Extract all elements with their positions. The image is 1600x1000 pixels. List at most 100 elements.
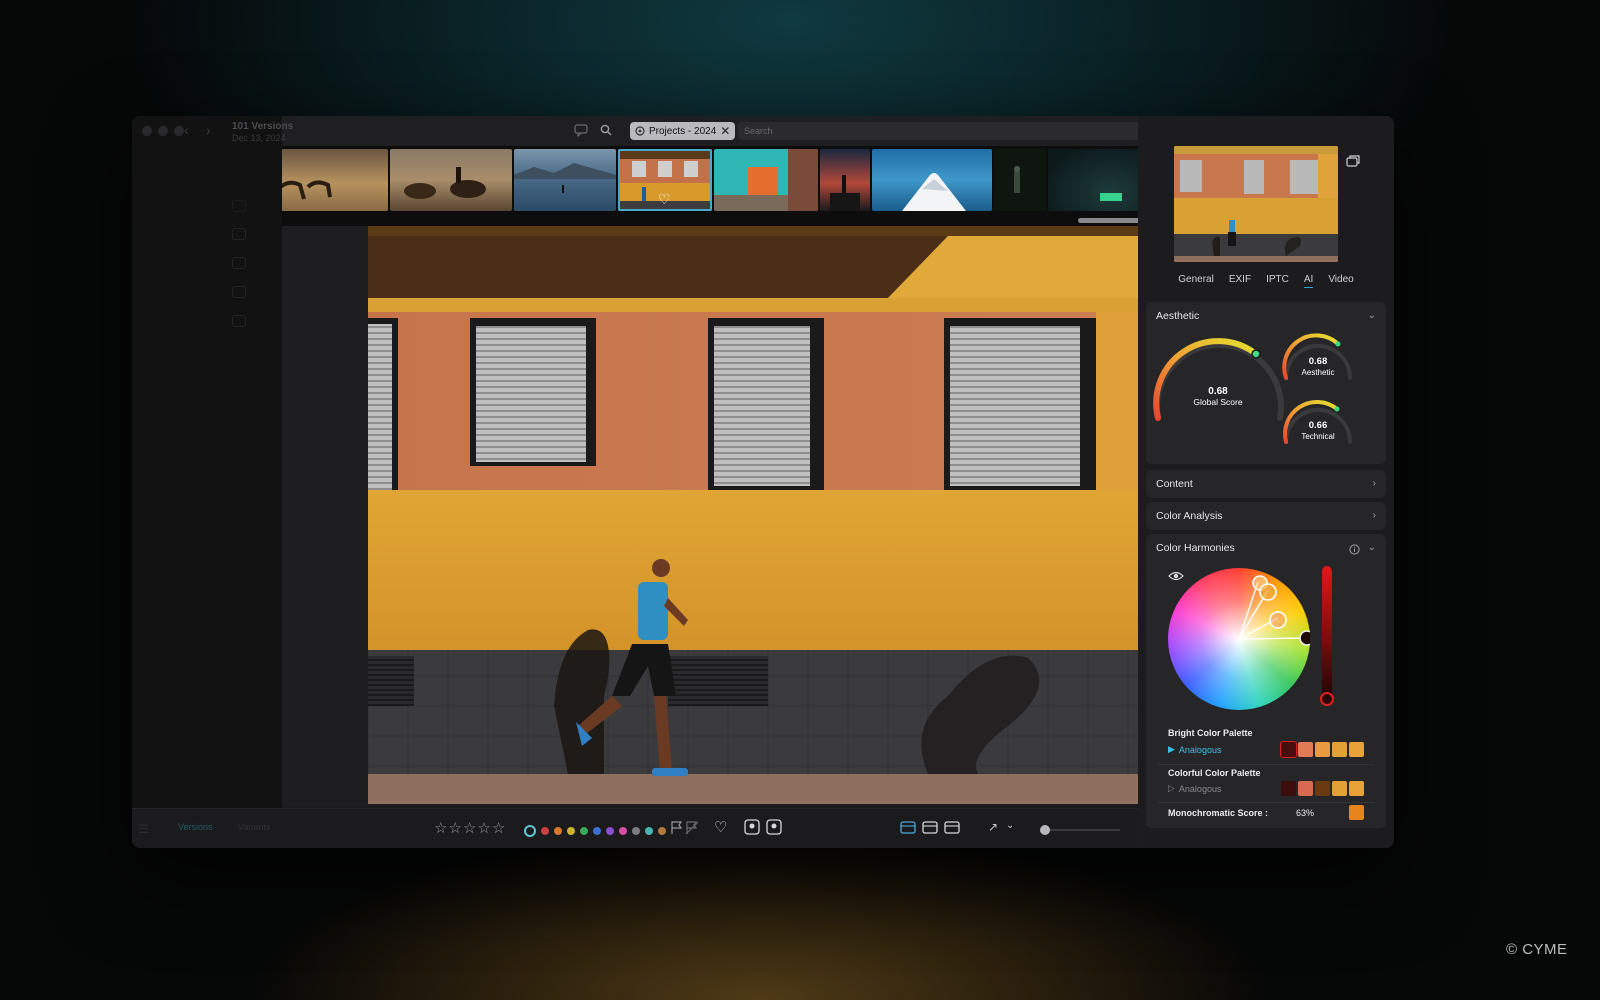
color-wheel[interactable] <box>1168 568 1310 710</box>
palette-swatch[interactable] <box>1332 781 1347 796</box>
color-handle[interactable] <box>1259 583 1277 601</box>
brightness-slider[interactable] <box>1320 566 1334 706</box>
chevron-down-icon[interactable]: ⌄ <box>1368 542 1376 553</box>
color-label-dot[interactable] <box>593 827 601 835</box>
list-icon[interactable]: ☰ <box>138 822 149 836</box>
version-date: Dec 13, 2024 <box>232 133 286 143</box>
layout-icons[interactable] <box>900 819 964 840</box>
search-icon[interactable] <box>600 124 612 138</box>
thumbnail[interactable] <box>714 149 818 211</box>
gauge-knob <box>1251 349 1261 359</box>
star-icon[interactable]: ☆ <box>463 819 476 837</box>
forward-icon[interactable]: › <box>206 122 211 138</box>
thumbnail-selected[interactable]: ♡ <box>618 149 712 211</box>
star-icon[interactable]: ☆ <box>492 819 505 837</box>
palette-swatch[interactable] <box>1315 781 1330 796</box>
chevron-down-icon[interactable]: ⌄ <box>1368 310 1376 321</box>
color-label-dot[interactable] <box>567 827 575 835</box>
flag-icon[interactable] <box>670 821 700 840</box>
favorite-icon[interactable]: ♡ <box>714 818 727 836</box>
palette-swatch[interactable] <box>1315 742 1330 757</box>
comment-icon[interactable] <box>574 123 588 139</box>
thumbnail[interactable] <box>390 149 512 211</box>
sidebar-icon[interactable] <box>232 228 246 240</box>
tab-video[interactable]: Video <box>1328 274 1353 288</box>
main-photo[interactable] <box>368 226 1196 804</box>
color-label-dot[interactable] <box>658 827 666 835</box>
thumbnail[interactable] <box>282 149 388 211</box>
aesthetic-score-value: 0.68 <box>1309 356 1328 367</box>
colorful-palette-mode-label: Analogous <box>1178 783 1222 794</box>
color-label-dot[interactable] <box>554 827 562 835</box>
face-detect-icon[interactable] <box>744 819 784 840</box>
sidebar-icon[interactable] <box>232 286 246 298</box>
color-analysis-card[interactable]: Color Analysis › <box>1146 502 1386 530</box>
star-rating[interactable]: ☆ ☆ ☆ ☆ ☆ <box>434 819 505 837</box>
sidebar-icon[interactable] <box>232 315 246 327</box>
color-label-dot[interactable] <box>541 827 549 835</box>
thumbnail[interactable] <box>820 149 870 211</box>
score-gauges: 0.68 Global Score 0.68 Aesthetic 0.66 Te… <box>1153 333 1352 444</box>
favorite-heart-icon[interactable]: ♡ <box>658 191 671 208</box>
inspector-preview <box>1174 146 1338 262</box>
variants-tab[interactable]: Variants <box>238 822 270 832</box>
palette-swatch[interactable] <box>1280 741 1297 758</box>
palette-swatch[interactable] <box>1332 742 1347 757</box>
palette-swatch[interactable] <box>1349 781 1364 796</box>
colorful-palette-mode[interactable]: ▷ Analogous <box>1168 783 1221 794</box>
zoom-slider-knob[interactable] <box>1040 825 1050 835</box>
project-filter-chip[interactable]: Projects - 2024 ✕ <box>630 122 736 140</box>
palette-swatch[interactable] <box>1298 742 1313 757</box>
content-card[interactable]: Content › <box>1146 470 1386 498</box>
monochromatic-label: Monochromatic Score : <box>1168 808 1269 818</box>
color-label-dot[interactable] <box>580 827 588 835</box>
tab-general[interactable]: General <box>1178 274 1214 288</box>
thumbnail[interactable] <box>994 149 1046 211</box>
open-preview-icon[interactable] <box>1346 154 1360 172</box>
sidebar-icon[interactable] <box>232 257 246 269</box>
star-icon[interactable]: ☆ <box>434 819 447 837</box>
technical-score-label: Technical <box>1301 432 1335 441</box>
remove-chip-icon[interactable]: ✕ <box>720 124 730 138</box>
palette-swatch[interactable] <box>1349 742 1364 757</box>
zoom-slider[interactable] <box>1040 825 1120 835</box>
color-label-dot[interactable] <box>645 827 653 835</box>
color-labels <box>524 825 666 837</box>
minimize-window-button[interactable] <box>158 126 168 136</box>
tab-iptc[interactable]: IPTC <box>1266 274 1289 288</box>
sidebar-icon[interactable] <box>232 200 246 212</box>
brightness-knob[interactable] <box>1320 692 1334 706</box>
color-label-dot[interactable] <box>619 827 627 835</box>
color-label-dot[interactable] <box>524 825 536 837</box>
window-controls[interactable] <box>142 126 184 136</box>
color-label-dot[interactable] <box>606 827 614 835</box>
star-icon[interactable]: ☆ <box>448 819 461 837</box>
star-icon[interactable]: ☆ <box>477 819 490 837</box>
tab-ai[interactable]: AI <box>1303 274 1314 288</box>
zoom-window-button[interactable] <box>174 126 184 136</box>
thumbnail[interactable] <box>872 149 992 211</box>
inspector-tabs: General EXIF IPTC AI Video <box>1138 274 1394 288</box>
close-window-button[interactable] <box>142 126 152 136</box>
color-handle[interactable] <box>1299 630 1310 646</box>
bottom-bar: ☰ Versions Variants ☆ ☆ ☆ ☆ ☆ ♡ ↗ ⌄ <box>132 808 1290 848</box>
aesthetic-score-label: Aesthetic <box>1302 368 1335 377</box>
chevron-right-icon[interactable]: › <box>1373 478 1376 489</box>
info-icon[interactable] <box>1349 542 1360 560</box>
global-score-value: 0.68 <box>1208 386 1228 397</box>
chevron-right-icon[interactable]: › <box>1373 510 1376 521</box>
color-harmonies-card: Color Harmonies ⌄ Bright Color Palette ▶… <box>1146 534 1386 828</box>
palette-swatch[interactable] <box>1298 781 1313 796</box>
palette-swatch[interactable] <box>1281 781 1296 796</box>
thumbnail[interactable] <box>1048 149 1152 211</box>
project-icon <box>635 126 645 136</box>
expand-icon[interactable]: ↗ <box>988 820 998 834</box>
bright-palette-mode[interactable]: ▶ Analogous <box>1168 744 1221 755</box>
tab-exif[interactable]: EXIF <box>1229 274 1251 288</box>
back-icon[interactable]: ‹ <box>184 122 189 138</box>
color-label-dot[interactable] <box>632 827 640 835</box>
color-handle[interactable] <box>1269 611 1287 629</box>
thumbnail[interactable] <box>514 149 616 211</box>
versions-tab[interactable]: Versions <box>178 822 213 832</box>
chevron-down-icon[interactable]: ⌄ <box>1006 820 1014 831</box>
